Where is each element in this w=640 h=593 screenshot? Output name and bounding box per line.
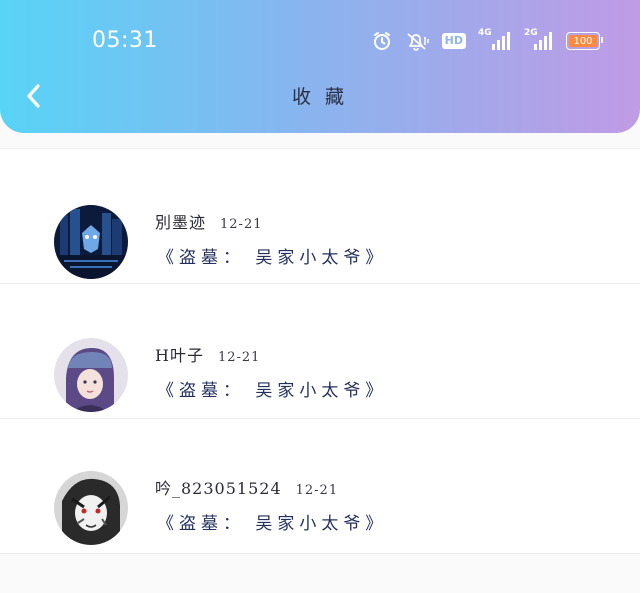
hd-badge: HD: [441, 33, 466, 49]
avatar[interactable]: [54, 205, 128, 279]
favorite-item[interactable]: 別墨迹 12-21 《盗墓： 吴家小太爷》: [0, 148, 640, 284]
battery-level: 100: [573, 35, 593, 47]
status-icons: HD 4G 2G 100: [372, 28, 603, 54]
avatar[interactable]: [54, 338, 128, 412]
username[interactable]: 吟_823051524: [155, 475, 282, 499]
item-date: 12-21: [217, 350, 261, 365]
avatar[interactable]: [54, 471, 128, 545]
battery-icon: 100: [566, 32, 603, 50]
item-date: 12-21: [295, 483, 339, 498]
mute-bell-icon: [407, 33, 429, 51]
item-header: 別墨迹 12-21: [155, 209, 263, 233]
status-time: 05:31: [92, 28, 158, 53]
item-header: 吟_823051524 12-21: [155, 475, 338, 499]
item-header: H叶子 12-21: [155, 342, 260, 366]
item-date: 12-21: [220, 217, 263, 232]
favorite-item[interactable]: H叶子 12-21 《盗墓： 吴家小太爷》: [0, 284, 640, 419]
page-title: 收 藏: [291, 86, 349, 108]
username[interactable]: 別墨迹: [155, 209, 206, 233]
app-header: 05:31 HD 4G 2G 100 收 藏: [0, 0, 640, 133]
book-title[interactable]: 《盗墓： 吴家小太爷》: [157, 509, 387, 534]
username[interactable]: H叶子: [155, 342, 204, 366]
signal-4g-icon: 4G: [478, 28, 512, 52]
favorites-list: 別墨迹 12-21 《盗墓： 吴家小太爷》 H叶子 12-21 《盗墓： 吴家小…: [0, 148, 640, 554]
book-title[interactable]: 《盗墓： 吴家小太爷》: [157, 243, 387, 268]
favorite-item[interactable]: 吟_823051524 12-21 《盗墓： 吴家小太爷》: [0, 419, 640, 554]
book-title[interactable]: 《盗墓： 吴家小太爷》: [157, 376, 387, 401]
alarm-icon: [373, 32, 390, 50]
signal-2g-icon: 2G: [524, 28, 554, 52]
